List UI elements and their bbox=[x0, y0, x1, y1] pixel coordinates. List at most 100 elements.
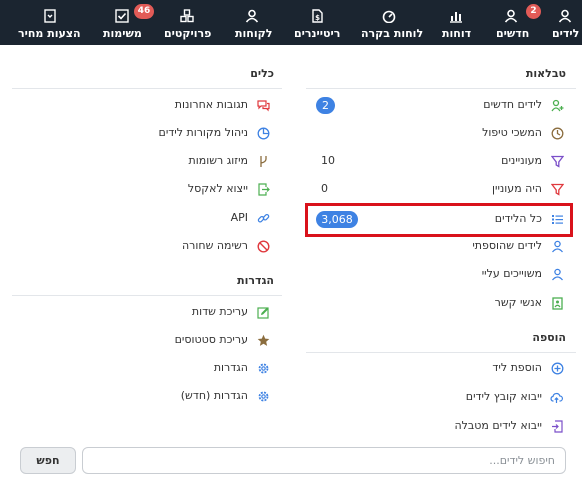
edit-icon bbox=[257, 307, 269, 319]
search-input[interactable] bbox=[82, 447, 566, 474]
table-row-contacts[interactable]: אנשי קשר bbox=[306, 293, 576, 315]
row-label: היה מעוניין bbox=[491, 182, 542, 195]
row-label: ייבוא לידים מטבלה bbox=[454, 419, 542, 432]
ban-icon bbox=[257, 240, 270, 253]
nav-item-reports[interactable]: דוחות bbox=[438, 0, 478, 45]
person-icon bbox=[504, 9, 518, 23]
nav-label: לקוחות bbox=[235, 27, 273, 40]
notification-badge: 46 bbox=[134, 4, 154, 19]
star-icon bbox=[257, 334, 270, 346]
nav-item-projects[interactable]: פרויקטים bbox=[160, 0, 226, 45]
person-icon bbox=[552, 240, 563, 253]
row-label: עריכת סטטוסים bbox=[174, 333, 248, 346]
cubes-icon bbox=[180, 9, 194, 23]
row-label: רשימה שחורה bbox=[182, 239, 248, 252]
invoice-dollar-icon: $ bbox=[312, 9, 323, 23]
divider bbox=[306, 88, 576, 89]
bar-chart-icon bbox=[450, 12, 462, 23]
person-icon bbox=[552, 268, 563, 281]
row-label: הגדרות (חדש) bbox=[180, 389, 248, 402]
settings-row-edit-statuses[interactable]: עריכת סטטוסים bbox=[12, 330, 282, 352]
gear-icon bbox=[258, 363, 269, 374]
person-icon bbox=[558, 9, 572, 23]
gear-icon bbox=[258, 391, 269, 402]
divider bbox=[12, 88, 282, 89]
tools-row-api[interactable]: API bbox=[12, 208, 282, 230]
nav-label: משימות bbox=[103, 27, 142, 40]
table-row-assigned-to-me[interactable]: משוייכים עליי bbox=[306, 264, 576, 286]
row-label: לידים שהוספתי bbox=[472, 239, 542, 252]
table-row-leads-i-added[interactable]: לידים שהוספתי bbox=[306, 236, 576, 258]
pie-chart-icon bbox=[257, 127, 270, 140]
notification-badge: 2 bbox=[526, 4, 541, 19]
row-label: לידים חדשים bbox=[483, 98, 542, 111]
row-label: ייבוא קובץ לידים bbox=[465, 390, 542, 403]
table-row-was-interested[interactable]: היה מעוניין 0 bbox=[306, 179, 576, 201]
nav-item-clients[interactable]: לקוחות bbox=[232, 0, 282, 45]
link-icon bbox=[257, 213, 270, 223]
tools-row-lead-sources[interactable]: ניהול מקורות לידים bbox=[12, 123, 282, 145]
nav-label: דוחות bbox=[442, 27, 472, 40]
export-icon bbox=[258, 183, 270, 196]
settings-row-settings[interactable]: הגדרות bbox=[12, 358, 282, 380]
person-icon bbox=[245, 9, 259, 23]
contact-card-icon bbox=[552, 297, 563, 310]
table-row-follow-ups[interactable]: המשכי טיפול bbox=[306, 123, 576, 145]
tools-row-merge-records[interactable]: מיזוג רשומות bbox=[12, 151, 282, 173]
plus-circle-icon bbox=[551, 362, 564, 375]
divider bbox=[306, 352, 576, 353]
tables-section-title: טבלאות bbox=[525, 67, 566, 80]
count-badge: 2 bbox=[316, 97, 335, 114]
svg-text:$: $ bbox=[315, 14, 320, 22]
add-section-title: הוספה bbox=[532, 331, 566, 344]
table-row-interested[interactable]: מעוניינים 10 bbox=[306, 151, 576, 173]
row-label: אנשי קשר bbox=[494, 296, 542, 309]
nav-item-quotes[interactable]: הצעות מחיר bbox=[0, 0, 96, 45]
nav-label: פרויקטים bbox=[164, 27, 212, 40]
add-row-add-lead[interactable]: הוספת ליד bbox=[306, 358, 576, 380]
nav-label: ריטיינרים bbox=[294, 27, 341, 40]
divider bbox=[12, 295, 282, 296]
nav-label: לידים bbox=[552, 27, 580, 40]
merge-icon bbox=[260, 156, 267, 167]
row-label: עריכת שדות bbox=[191, 305, 248, 318]
tools-row-export-excel[interactable]: ייצוא לאקסל bbox=[12, 179, 282, 201]
row-label: ייצוא לאקסל bbox=[187, 182, 248, 195]
table-row-new-leads[interactable]: לידים חדשים 2 bbox=[306, 95, 576, 117]
row-label: משוייכים עליי bbox=[481, 267, 542, 280]
tools-row-recent-comments[interactable]: תגובות אחרונות bbox=[12, 95, 282, 117]
count-value: 10 bbox=[321, 154, 335, 167]
settings-row-edit-fields[interactable]: עריכת שדות bbox=[12, 302, 282, 324]
tools-row-blacklist[interactable]: רשימה שחורה bbox=[12, 236, 282, 258]
nav-item-new[interactable]: 2 חדשים bbox=[490, 0, 541, 45]
add-row-import-file[interactable]: ייבוא קובץ לידים bbox=[306, 387, 576, 409]
clock-icon bbox=[551, 127, 564, 140]
selection-highlight bbox=[305, 203, 573, 237]
tools-section-title: כלים bbox=[250, 67, 274, 80]
filter-icon bbox=[551, 183, 564, 196]
nav-item-dashboards[interactable]: לוחות בקרה bbox=[358, 0, 424, 45]
cloud-upload-icon bbox=[550, 392, 563, 403]
person-plus-icon bbox=[551, 99, 564, 112]
import-icon bbox=[552, 420, 563, 433]
nav-item-tasks[interactable]: 46 משימות bbox=[100, 0, 158, 45]
nav-label: הצעות מחיר bbox=[18, 27, 81, 40]
row-label: המשכי טיפול bbox=[482, 126, 542, 139]
row-label: מעוניינים bbox=[501, 154, 542, 167]
row-label: מיזוג רשומות bbox=[188, 154, 248, 167]
gauge-icon bbox=[382, 10, 396, 23]
nav-label: לוחות בקרה bbox=[361, 27, 424, 40]
row-label: API bbox=[230, 211, 248, 224]
settings-row-settings-new[interactable]: הגדרות (חדש) bbox=[12, 386, 282, 408]
add-row-import-table[interactable]: ייבוא לידים מטבלה bbox=[306, 416, 576, 438]
row-label: תגובות אחרונות bbox=[174, 98, 248, 111]
nav-label: חדשים bbox=[496, 27, 530, 40]
document-icon bbox=[44, 9, 56, 23]
filter-icon bbox=[551, 155, 564, 168]
comments-icon bbox=[257, 100, 270, 112]
nav-item-leads[interactable]: לידים bbox=[546, 0, 582, 45]
search-button[interactable]: חפש bbox=[20, 447, 76, 474]
nav-item-retainers[interactable]: $ ריטיינרים bbox=[290, 0, 350, 45]
row-label: הוספת ליד bbox=[492, 361, 542, 374]
settings-section-title: הגדרות bbox=[237, 274, 274, 287]
